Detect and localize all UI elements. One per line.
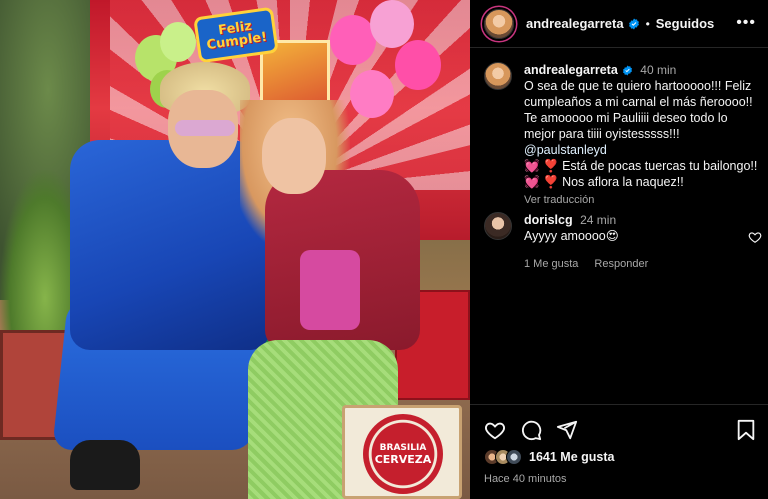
see-translation-link[interactable]: Ver traducción <box>524 192 760 208</box>
comment-meta: 1 Me gusta Responder <box>524 256 648 272</box>
comment-likes-count[interactable]: 1 Me gusta <box>524 256 578 272</box>
photo-beer-box: BRASILIA CERVEZA <box>342 405 462 499</box>
author-username[interactable]: andrealegarreta <box>526 16 640 31</box>
comment-text: Ayyyy amoooo😍 <box>524 229 619 243</box>
share-send-icon[interactable] <box>556 419 578 441</box>
photo-man-shoe <box>70 440 140 490</box>
post-actions: 1641 Me gusta Hace 40 minutos <box>470 404 768 499</box>
comment-time[interactable]: 24 min <box>580 213 616 227</box>
photo-balloon <box>395 40 441 90</box>
comment-item: dorislcg 24 min Ayyyy amoooo😍 1 Me gusta… <box>484 212 760 272</box>
caption-time[interactable]: 40 min <box>640 63 676 77</box>
comment-body: dorislcg 24 min Ayyyy amoooo😍 1 Me gusta… <box>524 212 648 272</box>
post-caption: andrealegarreta 40 min O sea de que te q… <box>484 62 760 208</box>
comment-bubble-icon[interactable] <box>520 419 542 441</box>
action-buttons <box>484 419 578 441</box>
caption-body: andrealegarreta 40 min O sea de que te q… <box>524 62 760 208</box>
photo-woman-face <box>262 118 326 194</box>
author-avatar[interactable] <box>484 8 514 39</box>
follow-status-button[interactable]: Seguidos <box>656 16 715 31</box>
photo-beer-seal: BRASILIA CERVEZA <box>363 414 443 494</box>
photo-balloon <box>350 70 394 118</box>
caption-username[interactable]: andrealegarreta <box>524 63 618 77</box>
caption-mention-link[interactable]: @paulstanleyd <box>524 143 607 157</box>
photo-woman-top <box>300 250 360 330</box>
verified-badge-icon <box>628 18 639 30</box>
photo-sign-text: Feliz Cumple! <box>205 18 269 54</box>
instagram-post-modal: Feliz Cumple! BRASILIA CERVEZA andrealeg… <box>0 0 768 499</box>
caption-text-line3: 💓 ❣️ Nos aflora la naquez!! <box>524 175 684 189</box>
comment-reply-button[interactable]: Responder <box>594 256 648 272</box>
posted-time[interactable]: Hace 40 minutos <box>484 473 567 485</box>
verified-badge-icon <box>622 65 632 76</box>
caption-text-line1: O sea de que te quiero hartooooo!!! Feli… <box>524 79 753 141</box>
commenter-username[interactable]: dorislcg <box>524 213 573 227</box>
header-separator: • <box>645 16 650 31</box>
photo-balloon <box>160 22 196 62</box>
post-side-panel: andrealegarreta • Seguidos ••• andrealeg… <box>470 0 768 499</box>
commenter-avatar[interactable] <box>484 212 512 240</box>
photo-balloon <box>370 0 414 48</box>
likes-summary[interactable]: 1641 Me gusta <box>484 449 614 465</box>
bookmark-save-icon[interactable] <box>736 419 756 441</box>
liker-avatar <box>506 449 522 465</box>
post-photo[interactable]: Feliz Cumple! BRASILIA CERVEZA <box>0 0 470 499</box>
photo-man-glasses <box>175 120 235 136</box>
post-header: andrealegarreta • Seguidos ••• <box>470 0 768 48</box>
likes-count[interactable]: 1641 Me gusta <box>529 450 614 464</box>
like-heart-icon[interactable] <box>484 419 506 441</box>
more-horizontal-icon[interactable]: ••• <box>736 14 756 32</box>
author-username-text[interactable]: andrealegarreta <box>526 16 624 31</box>
photo-beer-sub: CERVEZA <box>374 453 432 466</box>
caption-text-line2: 💓 ❣️ Está de pocas tuercas tu bailongo!! <box>524 159 758 173</box>
caption-avatar[interactable] <box>484 62 512 90</box>
comment-like-heart-icon[interactable] <box>748 230 762 247</box>
caption-text: O sea de que te quiero hartooooo!!! Feli… <box>524 78 760 158</box>
